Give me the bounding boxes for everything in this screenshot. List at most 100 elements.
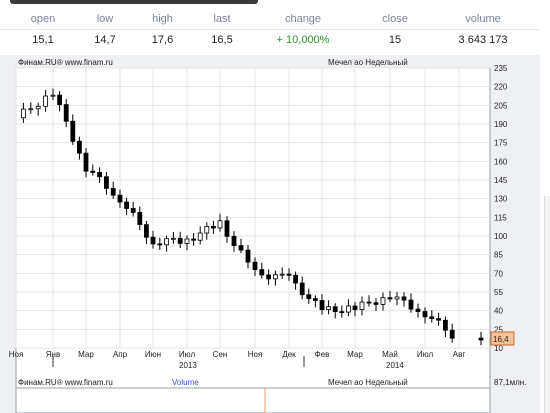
quote-table: open low high last change close volume 1…: [0, 8, 540, 50]
value-last: 16,5: [211, 34, 233, 46]
candle-body: [143, 224, 149, 238]
x-tick-label: Май: [382, 350, 398, 359]
header-last: last: [213, 13, 231, 25]
candle-body: [57, 94, 62, 106]
y-tick-label: 160: [494, 157, 508, 166]
candle-body: [164, 238, 170, 246]
candle-body: [77, 140, 82, 154]
volume-instrument-label: Мечел ао Недельный: [328, 378, 408, 387]
volume-label: Volume: [172, 378, 199, 387]
candle-body: [319, 300, 325, 311]
candle-body: [191, 238, 197, 241]
value-volume: 3 643 173: [458, 34, 508, 46]
candle-body: [272, 274, 278, 280]
candle-body: [299, 282, 305, 296]
candle-body: [266, 274, 272, 280]
candle-body: [408, 299, 414, 310]
candle-body: [20, 108, 26, 119]
candle-body: [217, 220, 223, 229]
header-change: change: [284, 13, 322, 25]
candle-body: [43, 95, 48, 107]
source-label: Финам.RU® www.finam.ru: [18, 58, 113, 67]
value-close: 15: [388, 34, 402, 46]
candle-body: [204, 225, 210, 234]
candle-body: [252, 261, 258, 271]
candle-body: [394, 296, 400, 300]
candle-body: [415, 308, 421, 312]
y-tick-label: 190: [494, 120, 508, 129]
candle-body: [373, 302, 379, 305]
candle-body: [387, 297, 393, 300]
x-tick-label: Авг: [453, 350, 466, 359]
candle-body: [259, 269, 265, 276]
candle-body: [449, 329, 455, 339]
candle-body: [150, 236, 156, 245]
volume-plot-area: [15, 387, 491, 413]
candle-body: [137, 212, 143, 226]
value-low: 14,7: [94, 34, 116, 46]
y-tick-label: 70: [494, 269, 503, 278]
x-tick-label: Дек: [282, 350, 296, 359]
volume-source-label: Финам.RU® www.finam.ru: [18, 378, 113, 387]
candle-body: [170, 237, 176, 240]
price-chart: 2352202051901751601451301151008570554025…: [9, 58, 526, 413]
value-high: 17,6: [151, 34, 174, 46]
candle-body: [35, 105, 41, 110]
candle-body: [279, 273, 285, 276]
candle-body: [177, 237, 183, 244]
candle-body: [339, 311, 345, 314]
candle-body: [380, 297, 386, 305]
candle-body: [90, 170, 96, 173]
y-tick-label: 235: [494, 64, 508, 73]
volume-max-label: 87,1млн.: [494, 378, 526, 387]
candle-body: [224, 220, 230, 237]
value-change: + 10,000%: [276, 34, 330, 46]
x-tick-label: Мар: [78, 350, 94, 359]
candle-body: [238, 245, 244, 251]
header-close: close: [382, 13, 408, 25]
header-volume: volume: [465, 13, 501, 25]
x-tick-label: Июл: [179, 350, 196, 359]
x-tick-label: Мар: [347, 350, 363, 359]
y-tick-label: 40: [494, 307, 503, 316]
x-tick-label: Ноя: [248, 350, 263, 359]
candle-body: [231, 235, 237, 246]
candle-body: [83, 152, 89, 172]
candle-body: [478, 337, 484, 341]
quote-divider: [0, 29, 540, 30]
y-tick-label: 85: [494, 251, 503, 260]
header-high: high: [152, 13, 173, 25]
candle-body: [332, 306, 338, 313]
candle-body: [312, 298, 318, 301]
candle-body: [70, 120, 76, 142]
candle-body: [157, 243, 163, 246]
candle-body: [306, 294, 312, 299]
candle-body: [184, 238, 190, 244]
x-tick-label: Сен: [213, 350, 228, 359]
y-tick-label: 205: [494, 101, 508, 110]
y-tick-label: 175: [494, 139, 508, 148]
x-tick-label: Июл: [417, 350, 434, 359]
candle-body: [366, 301, 372, 304]
y-tick-label: 55: [494, 288, 503, 297]
candle-body: [286, 273, 292, 276]
candle-body: [352, 305, 358, 310]
y-tick-label: 220: [494, 83, 508, 92]
candle-body: [63, 104, 69, 122]
candle-body: [293, 274, 299, 284]
chart-panel: 235 220 205 190 175 160 145 130 115 100 85 70 55 40 25…: [0, 55, 540, 413]
last-price-value: 16,4: [493, 335, 509, 344]
y-tick-label: 100: [494, 232, 508, 241]
header-low: low: [96, 13, 114, 25]
candle-body: [210, 225, 216, 229]
candle-body: [124, 201, 129, 209]
candle-body: [245, 249, 251, 263]
instrument-label: Мечел ао Недельный: [328, 58, 408, 67]
candle-body: [429, 316, 435, 319]
candle-body: [422, 311, 428, 318]
year-label-2014: 2014: [386, 361, 404, 370]
candle-body: [442, 319, 448, 331]
candle-body: [104, 176, 109, 189]
x-tick-label: Июн: [145, 350, 161, 359]
candle-body: [326, 306, 332, 311]
